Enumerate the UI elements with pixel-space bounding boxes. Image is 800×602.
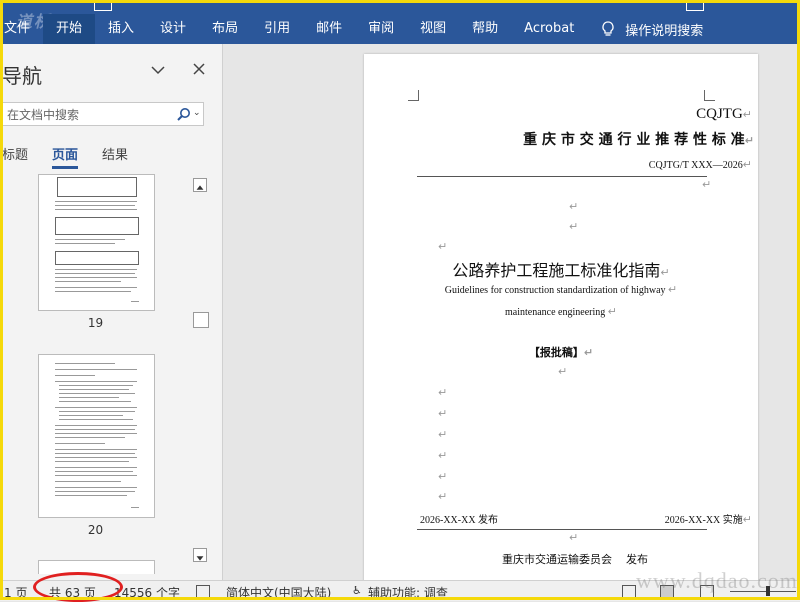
page-thumbnail-19[interactable] (38, 174, 155, 311)
release-date: 2026-XX-XX 发布 (420, 515, 499, 526)
tab-help[interactable]: 帮助 (459, 14, 511, 44)
tab-layout[interactable]: 布局 (199, 14, 251, 44)
proofing-icon[interactable] (196, 585, 210, 599)
page-thumbnail-21[interactable] (38, 560, 155, 574)
status-language[interactable]: 简体中文(中国大陆) (226, 584, 331, 601)
paragraph-mark: ↵ (438, 470, 448, 483)
status-page-prefix[interactable]: 1 页 (4, 584, 27, 601)
thumbnail-table (55, 217, 139, 235)
search-placeholder: 在文档中搜索 (7, 108, 80, 122)
close-icon[interactable] (191, 61, 207, 77)
title-bar (0, 0, 800, 12)
document-title: 公路养护工程施工标准化指南↵ (452, 261, 670, 280)
scroll-up-button[interactable] (193, 178, 207, 192)
paragraph-mark: ↵ (438, 407, 448, 420)
tab-insert[interactable]: 插入 (95, 14, 147, 44)
nav-tab-results[interactable]: 结果 (102, 144, 128, 170)
nav-tabs: 标题 页面 结果 (0, 144, 152, 170)
thumbnail-scrollbar[interactable] (193, 174, 209, 568)
accessibility-icon: ♿ (352, 584, 362, 597)
page-thumbnail-20[interactable] (38, 354, 155, 518)
page-number-20: 20 (87, 523, 104, 537)
search-options-chevron-icon[interactable]: ⌄ (193, 108, 201, 118)
paragraph-mark: ↵ (702, 178, 712, 191)
page-thumbnails: 19 20 (0, 174, 192, 574)
tab-file[interactable]: 文件 (0, 14, 43, 44)
scroll-down-button[interactable] (193, 548, 207, 562)
status-accessibility[interactable]: 辅助功能: 调查 (368, 584, 448, 601)
search-icon[interactable] (177, 107, 191, 121)
ribbon-tabs: 文件 开始 插入 设计 布局 引用 邮件 审阅 视图 帮助 Acrobat 操作… (0, 14, 703, 44)
paragraph-mark: ↵ (438, 490, 448, 503)
tell-me-label: 操作说明搜索 (625, 23, 704, 39)
paragraph-mark: ↵ (438, 428, 448, 441)
effective-date: 2026-XX-XX 实施↵ (664, 514, 752, 526)
arrow-down-icon (196, 556, 204, 561)
paragraph-mark: ↵ (438, 449, 448, 462)
standard-code: CQJTG↵ (696, 106, 752, 122)
header-rule (417, 176, 707, 177)
publisher: 重庆市交通运输委员会 发布 (502, 553, 648, 566)
ribbon-bar: 道桥网 文件 开始 插入 设计 布局 引用 邮件 审阅 视图 帮助 Acroba… (0, 0, 800, 44)
nav-title: 导航 (2, 64, 42, 88)
tab-references[interactable]: 引用 (251, 14, 303, 44)
tab-view[interactable]: 视图 (407, 14, 459, 44)
highlight-circle (33, 572, 123, 602)
thumbnail-table (57, 177, 137, 197)
watermark-site: www.dqdao.com (636, 568, 798, 593)
paragraph-mark: ↵ (438, 386, 448, 399)
tab-design[interactable]: 设计 (147, 14, 199, 44)
lightbulb-icon (602, 21, 614, 36)
paragraph-mark: ↵ (569, 200, 579, 213)
page-number-19: 19 (87, 316, 104, 330)
crop-mark (408, 90, 419, 101)
scrollbar-thumb[interactable] (193, 312, 209, 328)
search-input[interactable]: 在文档中搜索 ⌄ (0, 102, 204, 126)
quick-access-icon[interactable] (94, 0, 112, 11)
tab-mailings[interactable]: 邮件 (303, 14, 355, 44)
standard-number: CQJTG/T XXX—2026↵ (648, 159, 752, 171)
tab-review[interactable]: 审阅 (355, 14, 407, 44)
arrow-up-icon (196, 185, 204, 190)
tab-home[interactable]: 开始 (43, 14, 96, 44)
paragraph-mark: ↵ (438, 240, 448, 253)
paragraph-mark: ↵ (558, 365, 568, 378)
nav-tab-headings[interactable]: 标题 (2, 144, 28, 170)
crop-mark (704, 90, 715, 101)
window-control-icon[interactable] (686, 0, 704, 11)
document-page[interactable]: CQJTG↵ 重 庆 市 交 通 行 业 推 荐 性 标 准↵ CQJTG/T … (364, 54, 758, 594)
draft-tag: 【报批稿】↵ (528, 346, 594, 359)
standard-category-title: 重 庆 市 交 通 行 业 推 荐 性 标 准↵ (523, 132, 754, 148)
paragraph-mark: ↵ (569, 220, 579, 233)
english-title-line-2: maintenance engineering ↵ (505, 306, 617, 318)
navigation-pane: 导航 在文档中搜索 ⌄ 标题 页面 结果 19 20 (0, 44, 223, 582)
english-title-line-1: Guidelines for construction standardizat… (444, 284, 678, 296)
nav-tab-pages[interactable]: 页面 (52, 144, 79, 170)
document-area[interactable]: CQJTG↵ 重 庆 市 交 通 行 业 推 荐 性 标 准↵ CQJTG/T … (223, 44, 800, 594)
read-mode-icon[interactable] (622, 585, 636, 598)
footer-rule (417, 529, 707, 530)
chevron-down-icon[interactable] (150, 62, 166, 78)
tab-acrobat[interactable]: Acrobat (511, 14, 587, 44)
thumbnail-table (55, 251, 139, 265)
tell-me-search[interactable]: 操作说明搜索 (587, 20, 703, 39)
paragraph-mark: ↵ (569, 531, 579, 544)
status-word-count[interactable]: 14556 个字 (114, 584, 180, 601)
